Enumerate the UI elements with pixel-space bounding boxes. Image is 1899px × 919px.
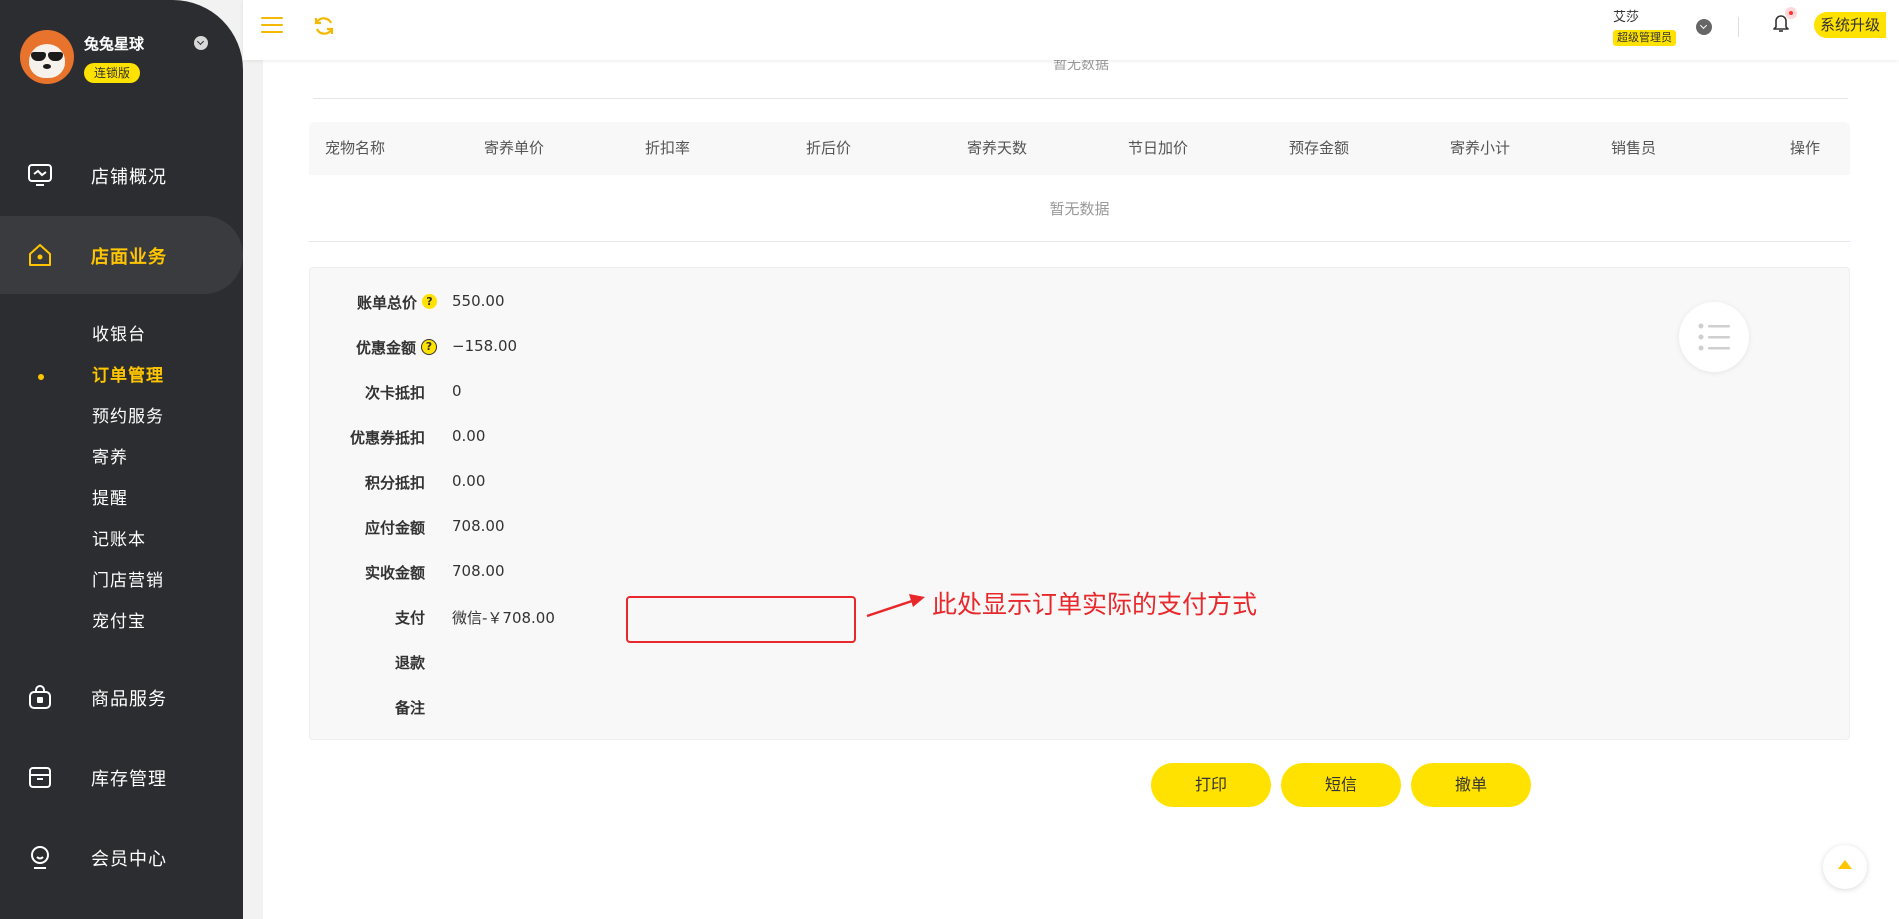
nav-item-member-center[interactable]: 会员中心: [0, 818, 243, 896]
box-icon: [29, 767, 51, 788]
menu-icon[interactable]: [261, 16, 283, 34]
nav-item-store-business[interactable]: 店面业务: [0, 216, 243, 294]
sms-button[interactable]: 短信: [1281, 763, 1401, 807]
column-header: 预存金额: [1289, 139, 1350, 157]
role-badge: 超级管理员: [1613, 30, 1676, 46]
column-header: 节日加价: [1128, 139, 1189, 157]
summary-value: 708.00: [452, 562, 505, 580]
help-icon[interactable]: ?: [421, 338, 437, 355]
summary-label: 优惠金额: [355, 339, 416, 357]
help-icon[interactable]: ?: [422, 294, 437, 309]
summary-row-received: 实收金额 708.00: [310, 562, 1010, 586]
summary-row-card: 次卡抵扣 0: [310, 382, 1010, 406]
print-button[interactable]: 打印: [1151, 763, 1271, 807]
nav-label: 店面业务: [91, 247, 167, 268]
table-empty-state: 暂无数据: [309, 176, 1850, 242]
submenu-item-orders[interactable]: 订单管理: [0, 356, 243, 397]
submenu-item-cashier[interactable]: 收银台: [0, 315, 243, 356]
summary-label: 实收金额: [364, 564, 425, 582]
submenu-item-appointments[interactable]: 预约服务: [0, 397, 243, 438]
summary-value: 0: [452, 382, 462, 400]
summary-label: 支付: [394, 609, 425, 627]
summary-value: 0.00: [452, 427, 486, 445]
divider: [1738, 17, 1739, 37]
nav-label: 商品服务: [91, 689, 167, 710]
column-header: 寄养单价: [484, 139, 545, 157]
annotation-text: 此处显示订单实际的支付方式: [932, 590, 1258, 619]
column-header: 销售员: [1611, 139, 1657, 157]
summary-row-payable: 应付金额 708.00: [310, 517, 1010, 541]
nav-item-store-overview[interactable]: 店铺概况: [0, 136, 243, 214]
summary-label: 积分抵扣: [364, 474, 425, 492]
submenu-item-marketing[interactable]: 门店营销: [0, 561, 243, 602]
member-icon: [31, 846, 49, 869]
annotation-arrow-icon: [866, 594, 925, 618]
sidebar: 兔兔星球 连锁版 店铺概况 店面业务 收银台 订单管理 预约服务 寄养 提醒 记…: [0, 0, 243, 919]
nav-label: 库存管理: [91, 769, 167, 790]
back-to-top-button[interactable]: [1823, 845, 1867, 889]
main-content: 暂无数据 宠物名称 寄养单价 折扣率 折后价 寄养天数 节日加价 预存金额 寄养…: [263, 0, 1899, 919]
chevron-down-icon[interactable]: [194, 36, 208, 50]
store-name: 兔兔星球: [84, 35, 145, 53]
boarding-table-header: 宠物名称 寄养单价 折扣率 折后价 寄养天数 节日加价 预存金额 寄养小计 销售…: [309, 122, 1850, 175]
avatar: [20, 30, 74, 84]
summary-label: 退款: [394, 654, 425, 672]
summary-row-coupon: 优惠券抵扣 0.00: [310, 427, 1010, 451]
system-upgrade-button[interactable]: 系统升级: [1814, 12, 1887, 38]
column-header: 寄养天数: [967, 139, 1028, 157]
chevron-down-icon[interactable]: [1696, 19, 1712, 35]
summary-row-refund: 退款: [310, 652, 1010, 676]
summary-label: 应付金额: [364, 519, 425, 537]
bill-summary: 账单总价? 550.00 优惠金额? −158.00 次卡抵扣 0 优惠券抵扣 …: [309, 267, 1850, 740]
cancel-order-button[interactable]: 撤单: [1411, 763, 1531, 807]
submenu-item-boarding[interactable]: 寄养: [0, 438, 243, 479]
payment-highlight-box: [626, 596, 856, 643]
refresh-icon[interactable]: [313, 15, 335, 37]
submenu: 收银台 订单管理 预约服务 寄养 提醒 记账本 门店营销 宠付宝: [0, 315, 243, 643]
column-header: 宠物名称: [325, 139, 386, 157]
divider: [313, 98, 1848, 99]
summary-value: 0.00: [452, 472, 486, 490]
nav-label: 会员中心: [91, 849, 167, 870]
summary-row-total: 账单总价? 550.00: [310, 292, 1010, 316]
submenu-item-reminders[interactable]: 提醒: [0, 479, 243, 520]
store-profile[interactable]: 兔兔星球 连锁版: [20, 30, 220, 90]
nav-item-inventory[interactable]: 库存管理: [0, 738, 243, 816]
user-name: 艾莎: [1613, 10, 1640, 25]
monitor-icon: [28, 164, 52, 186]
summary-row-points: 积分抵扣 0.00: [310, 472, 1010, 496]
summary-value: 708.00: [452, 517, 505, 535]
payment-method-value: 微信-￥708.00: [452, 609, 555, 627]
submenu-item-ledger[interactable]: 记账本: [0, 520, 243, 561]
summary-label: 优惠券抵扣: [349, 429, 425, 447]
summary-label: 备注: [394, 699, 425, 717]
summary-value: −158.00: [452, 337, 518, 355]
column-header: 寄养小计: [1450, 139, 1511, 157]
summary-value: 550.00: [452, 292, 505, 310]
summary-row-remark: 备注: [310, 697, 1010, 721]
edition-badge: 连锁版: [84, 63, 141, 83]
submenu-item-petpay[interactable]: 宠付宝: [0, 602, 243, 643]
column-header: 折扣率: [645, 139, 691, 157]
column-header: 操作: [1790, 139, 1821, 157]
list-view-button[interactable]: [1679, 302, 1749, 372]
top-bar: 艾莎 超级管理员 系统升级: [243, 0, 1899, 60]
list-icon: [1698, 323, 1730, 351]
summary-label: 次卡抵扣: [364, 384, 425, 402]
bag-icon: [29, 685, 51, 709]
summary-row-discount: 优惠金额? −158.00: [310, 337, 1010, 361]
summary-label: 账单总价: [356, 294, 417, 312]
nav-item-goods-services[interactable]: 商品服务: [0, 658, 243, 736]
column-header: 折后价: [806, 139, 852, 157]
notification-dot: [1785, 7, 1797, 19]
nav-label: 店铺概况: [91, 167, 167, 188]
home-icon: [29, 244, 51, 266]
